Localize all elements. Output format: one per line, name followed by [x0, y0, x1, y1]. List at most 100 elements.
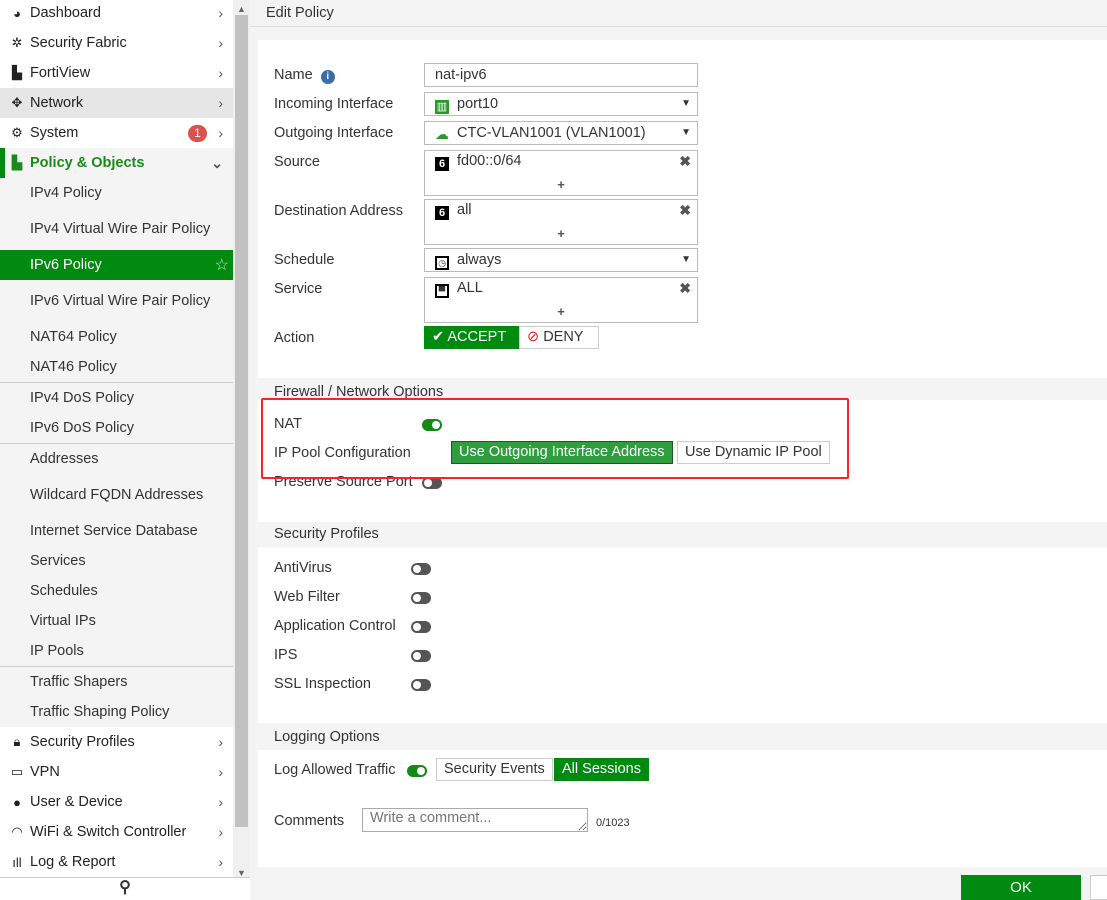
- highlight-box: [261, 398, 849, 479]
- accept-button[interactable]: ✔ ACCEPT: [424, 326, 519, 349]
- scroll-up-icon[interactable]: ▲: [237, 4, 246, 14]
- gear-icon: ⚙: [11, 125, 23, 140]
- remove-icon[interactable]: ✖: [679, 202, 691, 219]
- nav-log-report[interactable]: ıll Log & Report ›: [0, 847, 233, 877]
- page-title: Edit Policy: [250, 0, 1107, 27]
- cancel-button[interactable]: [1090, 875, 1107, 900]
- log-allowed-toggle[interactable]: [407, 765, 427, 777]
- nav-schedules[interactable]: Schedules: [0, 576, 233, 606]
- nav-network[interactable]: ✥ Network ›: [0, 88, 233, 118]
- nav-wifi-switch[interactable]: ◠ WiFi & Switch Controller ›: [0, 817, 233, 847]
- footer: OK: [250, 867, 1107, 900]
- chevron-right-icon: ›: [218, 35, 223, 51]
- deny-button[interactable]: ⊘ DENY: [519, 326, 599, 349]
- nav-wildcard-fqdn[interactable]: Wildcard FQDN Addresses: [0, 474, 233, 516]
- ssl-inspection-label: SSL Inspection: [274, 676, 371, 692]
- nav-ipv4-policy[interactable]: IPv4 Policy: [0, 178, 233, 208]
- outgoing-interface-label: Outgoing Interface: [274, 125, 394, 141]
- chevron-right-icon: ›: [218, 794, 223, 810]
- chevron-right-icon: ›: [218, 65, 223, 81]
- wifi-icon: ◠: [11, 824, 23, 839]
- nav-ipv6-policy[interactable]: IPv6 Policy ☆: [0, 250, 233, 280]
- nav-services[interactable]: Services: [0, 546, 233, 576]
- add-icon[interactable]: +: [425, 304, 697, 319]
- nav-ipv6-vwp-policy[interactable]: IPv6 Virtual Wire Pair Policy: [0, 280, 233, 322]
- nav-addresses[interactable]: Addresses: [0, 444, 233, 474]
- chevron-right-icon: ›: [218, 854, 223, 870]
- lock-icon: 🔒︎: [13, 734, 21, 749]
- caret-down-icon: ▼: [681, 98, 691, 109]
- ok-button[interactable]: OK: [961, 875, 1081, 900]
- nav-ipv4-dos-policy[interactable]: IPv4 DoS Policy: [0, 383, 233, 413]
- source-field[interactable]: 6 fd00::0/64 ✖ +: [424, 150, 698, 196]
- ssl-inspection-toggle[interactable]: [411, 679, 431, 691]
- log-allowed-label: Log Allowed Traffic: [274, 762, 396, 778]
- antivirus-toggle[interactable]: [411, 563, 431, 575]
- remove-icon[interactable]: ✖: [679, 153, 691, 170]
- ipv6-address-icon: 6: [435, 206, 449, 220]
- web-filter-toggle[interactable]: [411, 592, 431, 604]
- app-control-toggle[interactable]: [411, 621, 431, 633]
- name-input[interactable]: nat-ipv6: [424, 63, 698, 87]
- sidebar: ◕ Dashboard › ✲ Security Fabric › ▙ FortiView…: [0, 0, 233, 877]
- nav-traffic-shaping-policy[interactable]: Traffic Shaping Policy: [0, 697, 233, 727]
- network-icon: ✥: [11, 95, 23, 110]
- destination-label: Destination Address: [274, 203, 403, 219]
- chevron-down-icon: ⌄: [211, 154, 223, 171]
- nav-system[interactable]: ⚙ System 1 ›: [0, 118, 233, 148]
- chevron-right-icon: ›: [218, 5, 223, 21]
- nav-security-fabric[interactable]: ✲ Security Fabric ›: [0, 28, 233, 58]
- section-logging: Logging Options: [258, 723, 1107, 750]
- fortiview-icon: ▙: [12, 65, 22, 80]
- menu-search-button[interactable]: ⚲: [0, 877, 250, 900]
- schedule-label: Schedule: [274, 252, 335, 268]
- nav-traffic-shapers[interactable]: Traffic Shapers: [0, 667, 233, 697]
- nav-user-device[interactable]: ● User & Device ›: [0, 787, 233, 817]
- comment-counter: 0/1023: [596, 817, 630, 829]
- ips-label: IPS: [274, 647, 298, 663]
- comments-input[interactable]: [362, 808, 588, 832]
- action-label: Action: [274, 330, 315, 346]
- user-icon: ●: [13, 794, 21, 810]
- all-sessions-button[interactable]: All Sessions: [554, 758, 649, 781]
- destination-field[interactable]: 6 all ✖ +: [424, 199, 698, 245]
- sidebar-scrollbar[interactable]: ▲ ▼: [233, 0, 250, 900]
- caret-down-icon: ▼: [681, 127, 691, 138]
- incoming-interface-label: Incoming Interface: [274, 96, 394, 112]
- policy-icon: ▙: [12, 155, 22, 170]
- star-icon[interactable]: ☆: [215, 255, 229, 275]
- incoming-interface-select[interactable]: ▥ port10 ▼: [424, 92, 698, 116]
- comments-label: Comments: [274, 813, 345, 829]
- security-events-button[interactable]: Security Events: [436, 758, 553, 781]
- nav-ipv6-dos-policy[interactable]: IPv6 DoS Policy: [0, 413, 233, 443]
- nav-ip-pools[interactable]: IP Pools: [0, 636, 233, 666]
- chevron-right-icon: ›: [218, 734, 223, 750]
- nav-vpn[interactable]: ▭ VPN ›: [0, 757, 233, 787]
- schedule-select[interactable]: ◷ always ▼: [424, 248, 698, 272]
- source-label: Source: [274, 154, 320, 170]
- section-security-profiles: Security Profiles: [258, 522, 1107, 547]
- nav-nat46-policy[interactable]: NAT46 Policy: [0, 352, 233, 382]
- nav-nat64-policy[interactable]: NAT64 Policy: [0, 322, 233, 352]
- nav-dashboard[interactable]: ◕ Dashboard ›: [0, 0, 233, 28]
- dashboard-icon: ◕: [13, 5, 21, 21]
- add-icon[interactable]: +: [425, 226, 697, 241]
- nav-policy-objects[interactable]: ▙ Policy & Objects ⌄: [0, 148, 233, 178]
- remove-icon[interactable]: ✖: [679, 280, 691, 297]
- add-icon[interactable]: +: [425, 177, 697, 192]
- chevron-right-icon: ›: [218, 95, 223, 111]
- outgoing-interface-select[interactable]: ☁ CTC-VLAN1001 (VLAN1001) ▼: [424, 121, 698, 145]
- chevron-right-icon: ›: [218, 125, 223, 141]
- nav-virtual-ips[interactable]: Virtual IPs: [0, 606, 233, 636]
- info-icon[interactable]: i: [320, 70, 335, 84]
- ips-toggle[interactable]: [411, 650, 431, 662]
- scrollbar-thumb[interactable]: [235, 15, 248, 827]
- cloud-icon: ☁: [435, 126, 449, 142]
- nav-ipv4-vwp-policy[interactable]: IPv4 Virtual Wire Pair Policy: [0, 208, 233, 250]
- chevron-right-icon: ›: [218, 764, 223, 780]
- service-field[interactable]: ▀ ALL ✖ +: [424, 277, 698, 323]
- nav-fortiview[interactable]: ▙ FortiView ›: [0, 58, 233, 88]
- nav-security-profiles[interactable]: 🔒︎ Security Profiles ›: [0, 727, 233, 757]
- bar-chart-icon: ıll: [12, 854, 22, 870]
- nav-isdb[interactable]: Internet Service Database: [0, 516, 233, 546]
